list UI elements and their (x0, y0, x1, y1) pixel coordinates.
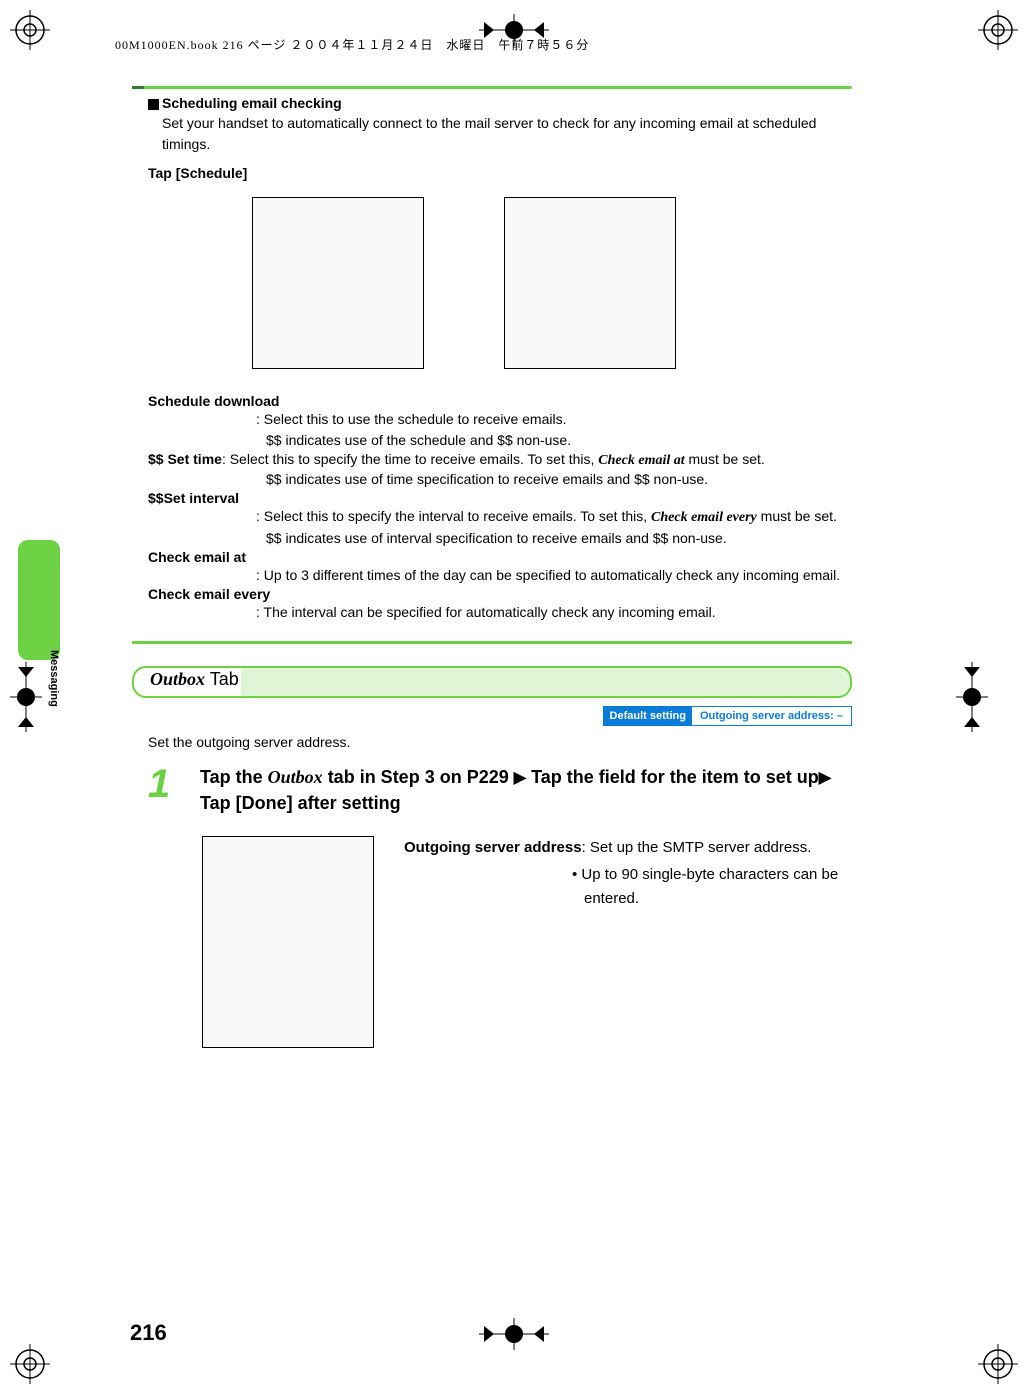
register-mark-bottom (479, 1314, 549, 1384)
def-set-time-2: $$ indicates use of time specification t… (148, 469, 852, 490)
def-check-email-at: : Up to 3 different times of the day can… (148, 565, 852, 586)
row-set-time: $$ Set time: Select this to specify the … (148, 451, 852, 469)
def-outgoing-server-1: : Set up the SMTP server address. (582, 839, 812, 856)
screenshot-placeholder-3 (202, 836, 374, 1048)
def-check-email-every: : The interval can be specified for auto… (148, 602, 852, 623)
outbox-desc: Set the outgoing server address. (132, 734, 852, 750)
outbox-heading-italic: Outbox (150, 669, 205, 689)
source-file-header: 00M1000EN.book 216 ページ ２００４年１１月２４日 水曜日 午… (115, 36, 589, 53)
outbox-heading-rest: Tab (205, 669, 239, 689)
step-number-1: 1 (148, 764, 188, 816)
default-setting-chip: Default settingOutgoing server address: … (603, 706, 852, 726)
term-set-time: $$ Set time (148, 451, 222, 467)
chapter-tab-label: Messaging (18, 560, 60, 707)
register-mark-right (952, 662, 1022, 732)
crop-mark-top-left (10, 10, 50, 50)
term-outgoing-server: Outgoing server address (404, 839, 582, 856)
crop-mark-top-right (978, 10, 1018, 50)
page-number: 216 (130, 1320, 167, 1346)
def-outgoing-server-2: • Up to 90 single-byte characters can be… (404, 863, 852, 910)
section-rule-top (132, 86, 852, 89)
def-schedule-download-2: $$ indicates use of the schedule and $$ … (148, 430, 852, 451)
def-schedule-download-1: : Select this to use the schedule to rec… (148, 409, 852, 430)
arrow-icon: ▶ (819, 770, 831, 787)
default-setting-value: Outgoing server address: – (692, 707, 851, 725)
arrow-icon: ▶ (514, 770, 526, 787)
screenshot-placeholder-2 (504, 197, 676, 369)
def-set-interval-1: : Select this to specify the interval to… (148, 506, 852, 528)
default-setting-label: Default setting (604, 707, 692, 725)
screenshot-placeholder-1 (252, 197, 424, 369)
term-schedule-download: Schedule download (148, 393, 852, 409)
term-check-email-every: Check email every (148, 586, 852, 602)
scheduling-desc: Set your handset to automatically connec… (132, 113, 852, 155)
term-set-interval: $$Set interval (148, 490, 852, 506)
crop-mark-bottom-left (10, 1344, 50, 1384)
crop-mark-bottom-right (978, 1344, 1018, 1384)
scheduling-heading: Scheduling email checking (132, 95, 852, 111)
tap-schedule-instruction: Tap [Schedule] (132, 165, 852, 181)
term-check-email-at: Check email at (148, 549, 852, 565)
def-set-interval-2: $$ indicates use of interval specificati… (148, 528, 852, 549)
page-content: Scheduling email checking Set your hands… (132, 86, 852, 1048)
bullet-square-icon (148, 99, 159, 110)
def-set-time-1: : Select this to specify the time to rec… (222, 451, 765, 467)
section-rule-bottom (132, 641, 852, 644)
outbox-tab-header: Outbox Tab (132, 666, 852, 696)
step-1-text: Tap the Outbox tab in Step 3 on P229 ▶ T… (200, 764, 852, 816)
